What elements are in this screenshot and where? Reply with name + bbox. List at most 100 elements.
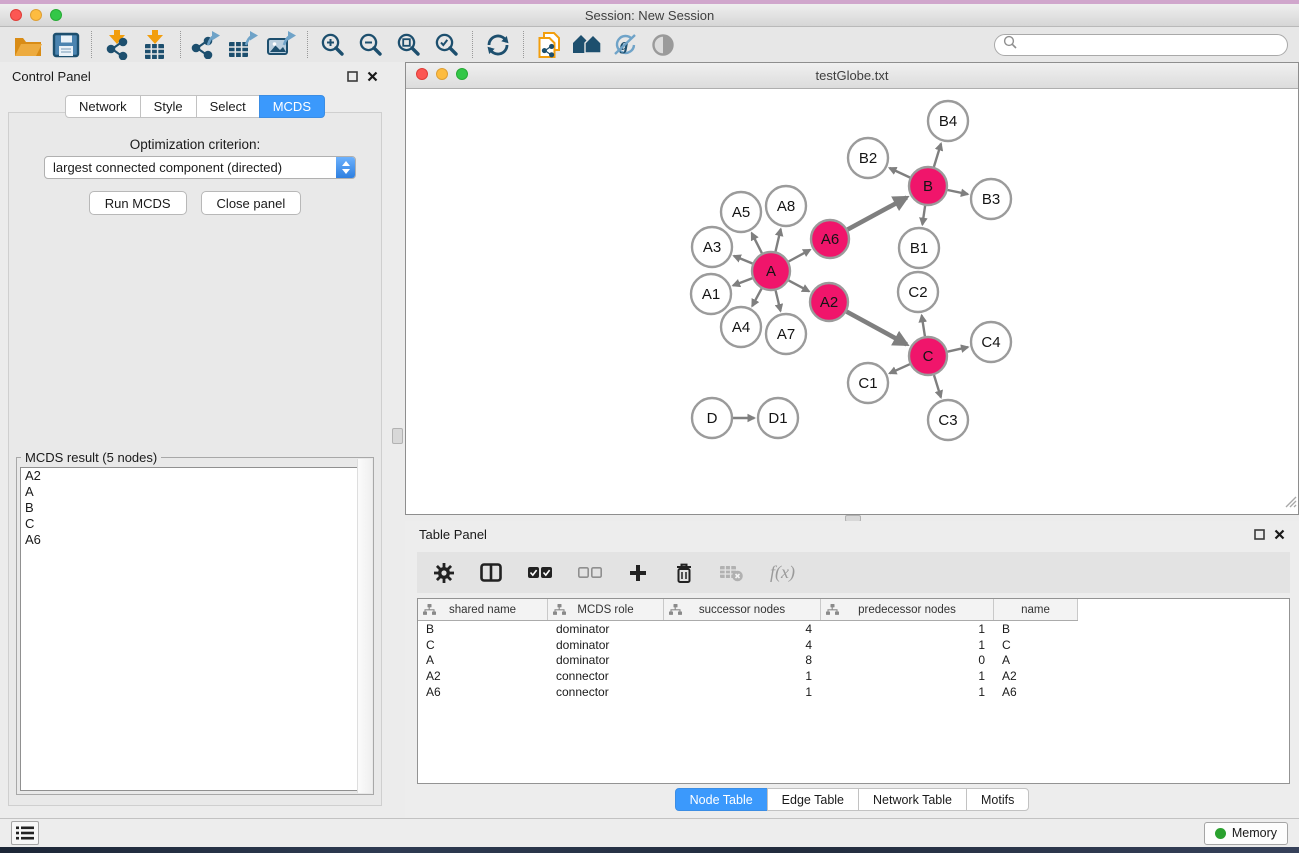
show-columns-button[interactable]	[480, 563, 502, 583]
table-row[interactable]: A6connector11A6	[418, 684, 1289, 700]
close-traffic-light[interactable]	[10, 9, 22, 21]
tab-network[interactable]: Network	[65, 95, 141, 118]
zoom-out-button[interactable]	[352, 29, 390, 60]
tab-motifs[interactable]: Motifs	[966, 788, 1029, 811]
refresh-button[interactable]	[479, 29, 517, 60]
column-header-shared-name[interactable]: shared name	[418, 599, 548, 620]
float-panel-button[interactable]	[347, 71, 358, 82]
main-titlebar[interactable]: Session: New Session	[0, 4, 1299, 27]
node-A7[interactable]: A7	[766, 314, 806, 354]
clone-network-button[interactable]	[530, 29, 568, 60]
mcds-list-scrollbar[interactable]	[357, 459, 372, 793]
optimization-dropdown[interactable]: largest connected component (directed)	[44, 156, 356, 179]
deselect-all-button[interactable]	[578, 564, 602, 581]
navigator-button[interactable]	[644, 29, 682, 60]
float-table-panel-button[interactable]	[1254, 529, 1265, 540]
column-header-MCDS-role[interactable]: MCDS role	[548, 599, 664, 620]
vertical-split-divider[interactable]	[390, 62, 405, 818]
tab-network-table[interactable]: Network Table	[858, 788, 967, 811]
edge-B-B3[interactable]	[948, 190, 968, 194]
run-mcds-button[interactable]: Run MCDS	[89, 191, 187, 215]
edge-A-A7[interactable]	[776, 291, 781, 312]
node-B3[interactable]: B3	[971, 179, 1011, 219]
function-builder-button[interactable]: f(x)	[770, 562, 795, 583]
edge-C-C3[interactable]	[934, 375, 941, 397]
add-column-button[interactable]	[628, 563, 648, 583]
edge-A-A8[interactable]	[776, 229, 781, 251]
table-mode-button[interactable]	[434, 563, 454, 583]
save-button[interactable]	[47, 29, 85, 60]
export-network-button[interactable]	[187, 29, 225, 60]
tab-node-table[interactable]: Node Table	[675, 788, 768, 811]
column-header-predecessor-nodes[interactable]: predecessor nodes	[821, 599, 994, 620]
node-A1[interactable]: A1	[691, 274, 731, 314]
memory-button[interactable]: Memory	[1204, 822, 1288, 845]
edge-A-A3[interactable]	[734, 256, 753, 264]
edge-B-B4[interactable]	[934, 144, 941, 167]
close-panel-button[interactable]	[367, 71, 378, 82]
node-C1[interactable]: C1	[848, 363, 888, 403]
network-minimize-traffic-light[interactable]	[436, 68, 448, 80]
edge-B-B1[interactable]	[922, 206, 925, 225]
node-C2[interactable]: C2	[898, 272, 938, 312]
node-B2[interactable]: B2	[848, 138, 888, 178]
task-history-button[interactable]	[11, 821, 39, 845]
tab-mcds[interactable]: MCDS	[259, 95, 325, 118]
open-folder-button[interactable]	[9, 29, 47, 60]
divider-grab-handle[interactable]	[392, 428, 403, 444]
node-A4[interactable]: A4	[721, 307, 761, 347]
table-row[interactable]: Cdominator41C	[418, 637, 1289, 653]
node-C4[interactable]: C4	[971, 322, 1011, 362]
delete-table-button[interactable]	[720, 564, 744, 582]
delete-column-button[interactable]	[674, 562, 694, 584]
mcds-result-item[interactable]: A6	[21, 532, 369, 548]
export-image-button[interactable]	[263, 29, 301, 60]
network-close-traffic-light[interactable]	[416, 68, 428, 80]
edge-A-A1[interactable]	[733, 278, 752, 285]
zoom-traffic-light[interactable]	[50, 9, 62, 21]
edge-A-A5[interactable]	[752, 233, 762, 253]
node-A3[interactable]: A3	[692, 227, 732, 267]
node-D1[interactable]: D1	[758, 398, 798, 438]
network-view-titlebar[interactable]: testGlobe.txt	[406, 63, 1298, 89]
edge-A-A2[interactable]	[789, 280, 809, 291]
home-button[interactable]	[568, 29, 606, 60]
node-B1[interactable]: B1	[899, 228, 939, 268]
node-A5[interactable]: A5	[721, 192, 761, 232]
node-C3[interactable]: C3	[928, 400, 968, 440]
search-input[interactable]	[1021, 37, 1279, 53]
network-zoom-traffic-light[interactable]	[456, 68, 468, 80]
graphics-details-button[interactable]: g	[606, 29, 644, 60]
zoom-in-button[interactable]	[314, 29, 352, 60]
tab-style[interactable]: Style	[140, 95, 197, 118]
table-row[interactable]: Adominator80A	[418, 653, 1289, 669]
node-A8[interactable]: A8	[766, 186, 806, 226]
mcds-result-item[interactable]: A	[21, 484, 369, 500]
edge-C-C2[interactable]	[922, 315, 925, 336]
close-panel-button-2[interactable]: Close panel	[201, 191, 302, 215]
table-row[interactable]: A2connector11A2	[418, 668, 1289, 684]
mcds-result-item[interactable]: A2	[21, 468, 369, 484]
node-B4[interactable]: B4	[928, 101, 968, 141]
search-field[interactable]	[994, 34, 1288, 56]
column-header-name[interactable]: name	[994, 599, 1078, 620]
import-network-button[interactable]	[98, 29, 136, 60]
minimize-traffic-light[interactable]	[30, 9, 42, 21]
node-A[interactable]: A	[752, 252, 790, 290]
mcds-result-item[interactable]: B	[21, 500, 369, 516]
edge-A-A4[interactable]	[752, 289, 761, 307]
zoom-selected-button[interactable]	[428, 29, 466, 60]
close-table-panel-button[interactable]	[1274, 529, 1285, 540]
select-all-button[interactable]	[528, 564, 552, 581]
node-B[interactable]: B	[909, 167, 947, 205]
edge-C-C1[interactable]	[890, 364, 910, 373]
tab-edge-table[interactable]: Edge Table	[767, 788, 859, 811]
export-table-button[interactable]	[225, 29, 263, 60]
mcds-result-list[interactable]: A2ABCA6	[20, 467, 370, 791]
edge-A-A6[interactable]	[789, 250, 811, 262]
node-A2[interactable]: A2	[810, 283, 848, 321]
edge-A2-C[interactable]	[847, 312, 907, 345]
zoom-fit-button[interactable]	[390, 29, 428, 60]
node-C[interactable]: C	[909, 337, 947, 375]
network-canvas[interactable]: B4B2BB3A8A5A6A3B1AC2A1A2A4A7C4CC1C3DD1	[406, 89, 1298, 514]
